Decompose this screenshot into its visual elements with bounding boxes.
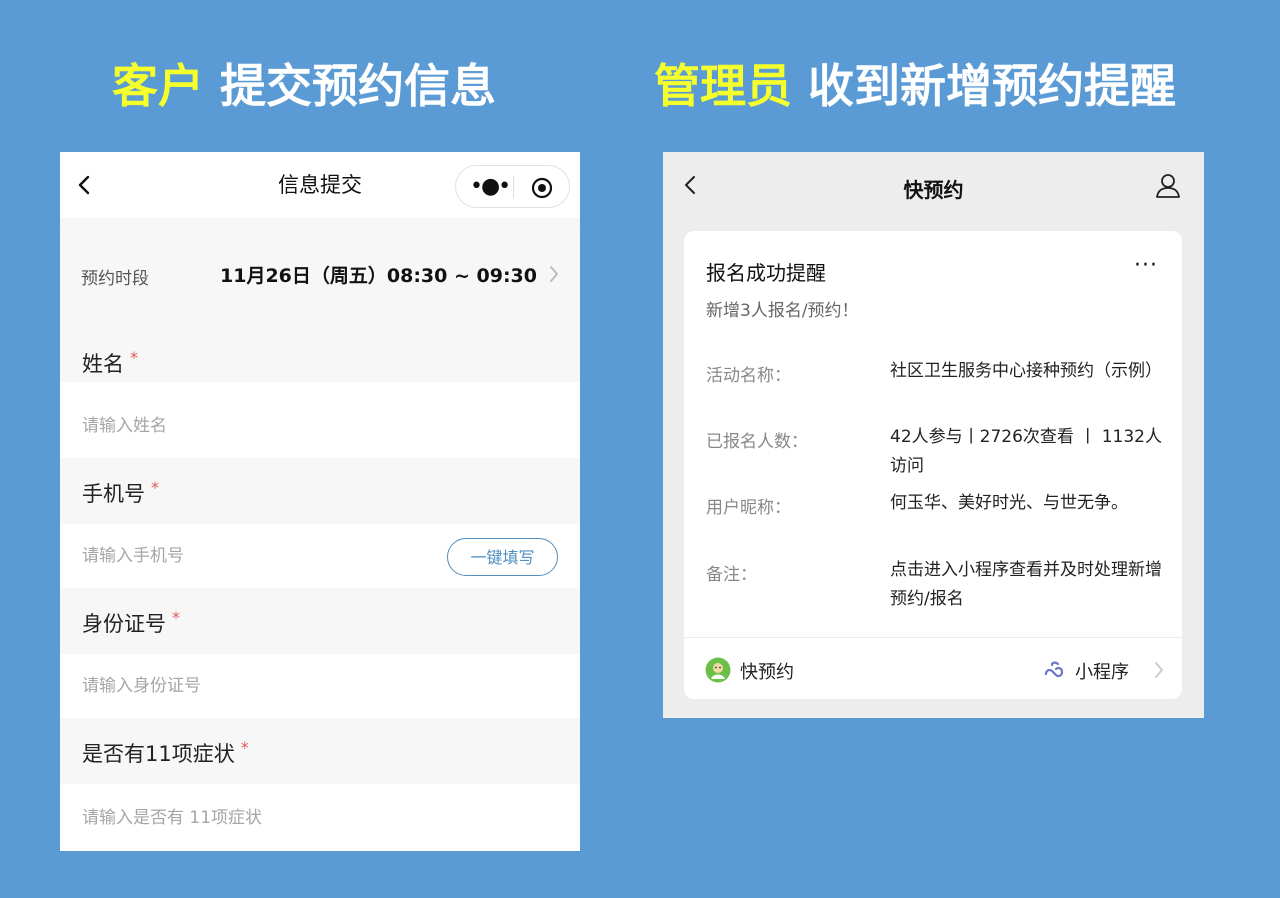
signup-count-key: 已报名人数：	[706, 432, 808, 452]
customer-heading-highlight: 客户	[112, 59, 204, 113]
name-input-row	[60, 394, 580, 458]
mini-program-icon	[1044, 661, 1064, 678]
more-icon[interactable]: ···	[1134, 253, 1158, 278]
form-nav-bar: 信息提交 •●•	[60, 152, 580, 218]
notice-card[interactable]: 报名成功提醒 ··· 新增3人报名/预约！ 活动名称： 社区卫生服务中心接种预约…	[684, 231, 1182, 699]
section-gap	[60, 218, 580, 232]
name-label-row: 姓名 *	[60, 316, 580, 382]
one-tap-fill-button[interactable]: 一键填写	[447, 538, 558, 576]
nickname-key: 用户昵称：	[706, 498, 791, 518]
phone-input-row: 一键填写	[60, 524, 580, 588]
required-mark: *	[240, 738, 249, 757]
user-icon[interactable]	[1154, 171, 1182, 199]
id-label-text: 身份证号	[82, 612, 166, 636]
form-screen: 信息提交 •●• 预约时段 11月26日（周五）08:30 ~ 09:30 姓名…	[60, 152, 580, 851]
signup-count-value: 42人参与丨2726次查看 丨 1132人访问	[890, 427, 1162, 476]
symptoms-label: 是否有11项症状 *	[82, 738, 249, 768]
name-input[interactable]	[82, 394, 432, 458]
customer-heading-text: 提交预约信息	[204, 59, 497, 113]
customer-heading: 客户 提交预约信息	[112, 50, 496, 116]
time-slot-row[interactable]: 预约时段 11月26日（周五）08:30 ~ 09:30	[60, 232, 580, 316]
card-subtitle: 新增3人报名/预约！	[706, 301, 859, 321]
app-name: 快预约	[740, 662, 794, 683]
admin-heading-text: 收到新增预约提醒	[792, 59, 1177, 113]
symptoms-input-row	[60, 786, 580, 850]
id-label: 身份证号 *	[82, 608, 180, 638]
required-mark: *	[151, 478, 159, 497]
chevron-right-icon	[1155, 662, 1163, 678]
time-slot-label: 预约时段	[81, 269, 149, 289]
symptoms-label-text: 是否有11项症状	[82, 742, 235, 766]
mini-program-label: 小程序	[1075, 662, 1129, 683]
name-label-text: 姓名	[82, 352, 124, 376]
symptoms-label-row: 是否有11项症状 *	[60, 718, 580, 784]
name-label: 姓名 *	[82, 348, 138, 378]
phone-label-text: 手机号	[82, 482, 145, 506]
id-input-row	[60, 654, 580, 718]
remark-key: 备注：	[706, 565, 757, 585]
remark-value: 点击进入小程序查看并及时处理新增预约/报名	[890, 560, 1162, 609]
symptoms-input[interactable]	[82, 786, 432, 850]
phone-label-row: 手机号 *	[60, 458, 580, 524]
notice-nav-title: 快预约	[903, 178, 964, 202]
id-number-input[interactable]	[82, 654, 432, 718]
card-title: 报名成功提醒	[706, 261, 826, 285]
app-logo-icon	[705, 657, 731, 683]
phone-label: 手机号 *	[82, 478, 159, 508]
notice-screen: 快预约 报名成功提醒 ··· 新增3人报名/预约！ 活动名称： 社区卫生服务中心…	[663, 152, 1204, 718]
nickname-value: 何玉华、美好时光、与世无争。	[890, 493, 1128, 513]
admin-heading-highlight: 管理员	[654, 59, 792, 113]
required-mark: *	[172, 608, 180, 627]
admin-heading: 管理员 收到新增预约提醒	[654, 50, 1176, 116]
id-label-row: 身份证号 *	[60, 588, 580, 654]
required-mark: *	[130, 348, 138, 367]
chevron-right-icon	[550, 266, 558, 282]
activity-name-key: 活动名称：	[706, 366, 791, 386]
mini-program-capsule: •●•	[455, 165, 570, 208]
phone-input[interactable]	[82, 524, 432, 588]
more-icon[interactable]: •●•	[470, 174, 511, 200]
card-divider	[684, 637, 1182, 638]
activity-name-value: 社区卫生服务中心接种预约（示例）	[890, 361, 1162, 381]
close-target-icon[interactable]	[531, 177, 553, 199]
capsule-divider	[513, 176, 514, 198]
time-slot-value: 11月26日（周五）08:30 ~ 09:30	[220, 265, 537, 287]
